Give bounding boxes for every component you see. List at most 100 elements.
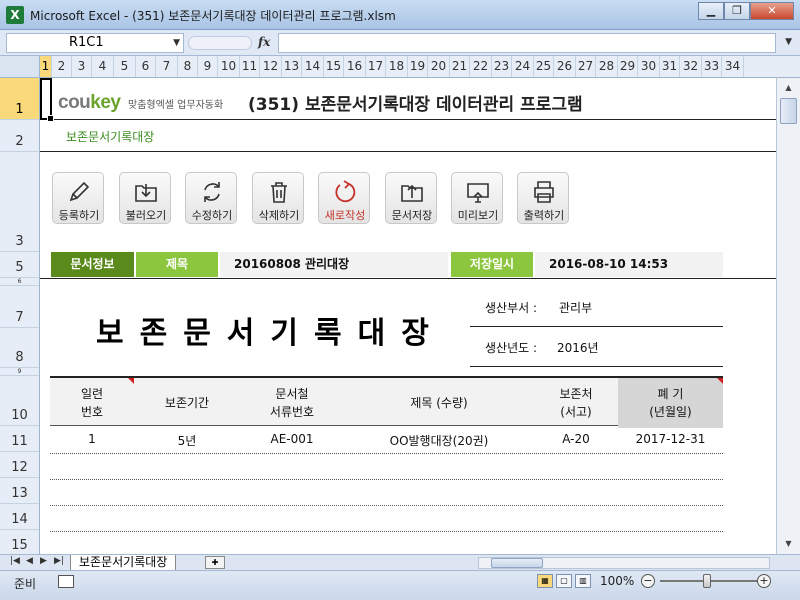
zoom-level[interactable]: 100% [600, 574, 634, 588]
row-header-13[interactable]: 13 [0, 478, 39, 504]
expand-formula-icon[interactable]: ▼ [785, 37, 792, 47]
column-header-3[interactable]: 3 [72, 56, 92, 77]
column-header-20[interactable]: 20 [428, 56, 450, 77]
cell-title-qty[interactable]: OO발행대장(20권) [344, 432, 534, 449]
column-header-2[interactable]: 2 [52, 56, 72, 77]
column-header-15[interactable]: 15 [324, 56, 344, 77]
row-header-11[interactable]: 11 [0, 426, 39, 452]
column-header-5[interactable]: 5 [114, 56, 136, 77]
column-header-31[interactable]: 31 [660, 56, 680, 77]
column-header-8[interactable]: 8 [178, 56, 198, 77]
page-layout-icon[interactable]: ▢ [556, 574, 572, 588]
page-break-icon[interactable]: ▥ [575, 574, 591, 588]
normal-view-icon[interactable]: ▦ [537, 574, 553, 588]
column-header-10[interactable]: 10 [218, 56, 240, 77]
prev-sheet-icon[interactable]: ◀ [26, 556, 33, 566]
first-sheet-icon[interactable]: |◀ [10, 556, 20, 566]
column-header-25[interactable]: 25 [534, 56, 554, 77]
insert-sheet-icon[interactable]: ✚ [205, 556, 225, 569]
vertical-scrollbar[interactable]: ▲ ▼ [776, 78, 800, 554]
row-header-7[interactable]: 7 [0, 286, 39, 328]
column-header-14[interactable]: 14 [302, 56, 324, 77]
column-header-13[interactable]: 13 [282, 56, 302, 77]
title-value[interactable]: 20160808 관리대장 [220, 252, 448, 277]
horizontal-scrollbar[interactable] [478, 557, 770, 569]
column-header-16[interactable]: 16 [344, 56, 366, 77]
comment-indicator[interactable] [717, 378, 723, 384]
cell-disposal[interactable]: 2017-12-31 [618, 432, 723, 446]
row-header-1[interactable]: 1 [0, 78, 39, 120]
formula-input[interactable] [278, 33, 776, 53]
restore-button[interactable]: ❐ [724, 2, 750, 20]
preview-button[interactable]: 미리보기 [451, 172, 503, 224]
chevron-down-icon[interactable]: ▼ [173, 34, 180, 52]
zoom-out-icon[interactable]: − [641, 574, 655, 588]
zoom-in-icon[interactable]: + [757, 574, 771, 588]
refresh-icon [204, 182, 220, 202]
column-header-30[interactable]: 30 [638, 56, 660, 77]
column-header-29[interactable]: 29 [618, 56, 638, 77]
info-divider [40, 278, 776, 279]
column-header-28[interactable]: 28 [596, 56, 618, 77]
scroll-down-icon[interactable]: ▼ [780, 536, 797, 552]
column-header-12[interactable]: 12 [260, 56, 282, 77]
column-header-11[interactable]: 11 [240, 56, 260, 77]
minimize-button[interactable]: ▁ [698, 2, 724, 20]
macro-record-icon[interactable] [58, 575, 74, 588]
row-header-2[interactable]: 2 [0, 120, 39, 152]
column-header-23[interactable]: 23 [492, 56, 512, 77]
column-header-19[interactable]: 19 [408, 56, 428, 77]
column-header-32[interactable]: 32 [680, 56, 702, 77]
new-button[interactable]: 새로작성 [318, 172, 370, 224]
sheet-tab-active[interactable]: 보존문서기록대장 [70, 555, 177, 571]
next-sheet-icon[interactable]: ▶ [40, 556, 47, 566]
row-header-3[interactable]: 3 [0, 152, 39, 252]
scroll-up-icon[interactable]: ▲ [780, 80, 797, 96]
column-header-24[interactable]: 24 [512, 56, 534, 77]
cell-file-no[interactable]: AE-001 [240, 432, 344, 446]
column-header-26[interactable]: 26 [554, 56, 576, 77]
column-header-1[interactable]: 1 [40, 56, 52, 77]
row-header-8[interactable]: 8 [0, 328, 39, 368]
column-header-18[interactable]: 18 [386, 56, 408, 77]
column-header-4[interactable]: 4 [92, 56, 114, 77]
close-button[interactable]: ✕ [750, 2, 794, 20]
load-button[interactable]: 불러오기 [119, 172, 171, 224]
column-header-27[interactable]: 27 [576, 56, 596, 77]
column-header-34[interactable]: 34 [722, 56, 744, 77]
column-header-17[interactable]: 17 [366, 56, 386, 77]
cell-serial[interactable]: 1 [50, 432, 134, 446]
last-sheet-icon[interactable]: ▶| [54, 556, 64, 566]
column-header-9[interactable]: 9 [198, 56, 218, 77]
column-header-7[interactable]: 7 [156, 56, 178, 77]
excel-icon[interactable]: X [6, 6, 24, 24]
row-header-14[interactable]: 14 [0, 504, 39, 530]
vertical-scroll-thumb[interactable] [780, 98, 797, 124]
select-all-corner[interactable] [0, 56, 40, 78]
comment-indicator[interactable] [128, 378, 134, 384]
edit-button[interactable]: 수정하기 [185, 172, 237, 224]
row-header-5[interactable]: 5 [0, 252, 39, 278]
row-header-10[interactable]: 10 [0, 376, 39, 426]
formula-bar-slider[interactable] [188, 36, 252, 50]
cell-retention[interactable]: 5년 [134, 432, 240, 449]
column-header-6[interactable]: 6 [136, 56, 156, 77]
name-box[interactable]: R1C1 ▼ [6, 33, 184, 53]
column-header-21[interactable]: 21 [450, 56, 470, 77]
cell-storage[interactable]: A-20 [534, 432, 618, 446]
row-header-6[interactable]: 6 [0, 278, 39, 286]
row-header-15[interactable]: 15 [0, 530, 39, 554]
title-label: 제목 [136, 252, 218, 277]
register-button[interactable]: 등록하기 [52, 172, 104, 224]
row-header-12[interactable]: 12 [0, 452, 39, 478]
zoom-slider-thumb[interactable] [703, 574, 711, 588]
delete-button[interactable]: 삭제하기 [252, 172, 304, 224]
row-header-9[interactable]: 9 [0, 368, 39, 376]
column-header-33[interactable]: 33 [702, 56, 722, 77]
fx-icon[interactable]: fx [258, 35, 270, 49]
active-cell-selection[interactable] [40, 78, 54, 122]
save-button[interactable]: 문서저장 [385, 172, 437, 224]
print-button[interactable]: 출력하기 [517, 172, 569, 224]
column-header-22[interactable]: 22 [470, 56, 492, 77]
horizontal-scroll-thumb[interactable] [491, 558, 543, 568]
